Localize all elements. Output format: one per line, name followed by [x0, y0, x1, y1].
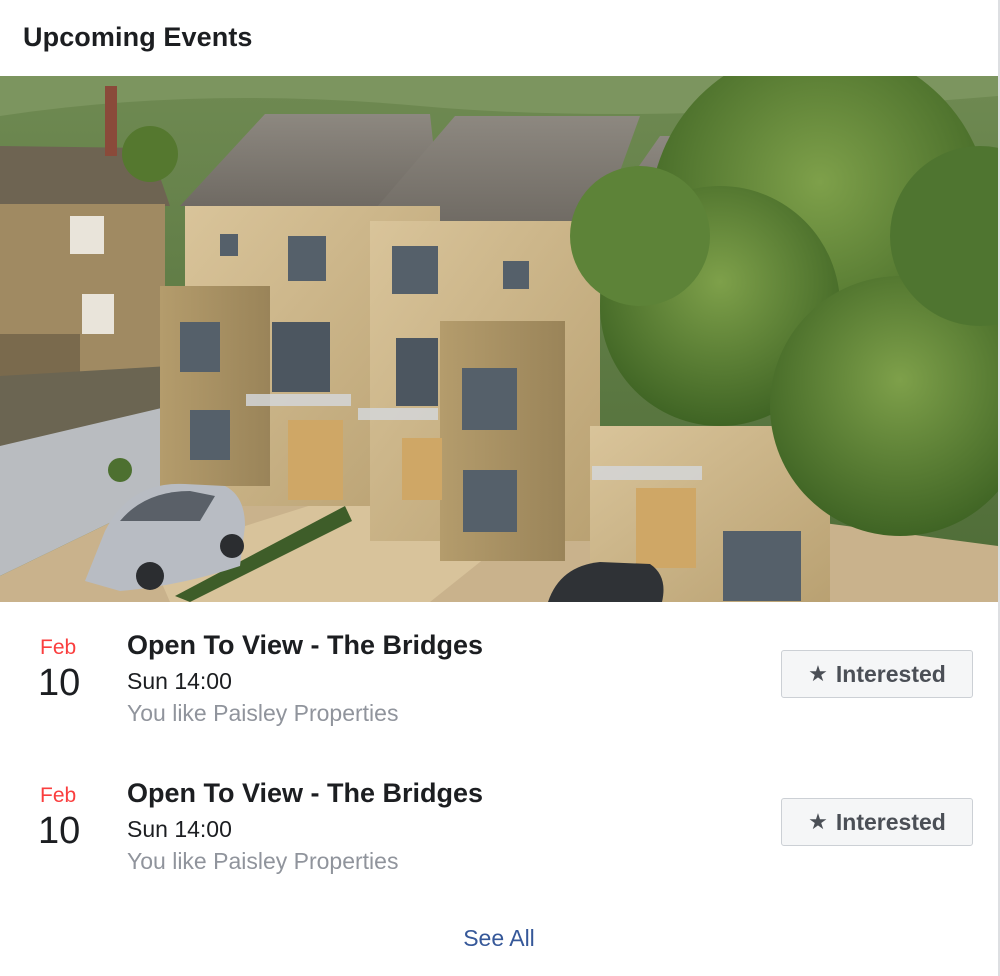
event-title-link[interactable]: Open To View - The Bridges — [127, 778, 483, 809]
event-time: Sun 14:00 — [127, 668, 232, 694]
event-title-link[interactable]: Open To View - The Bridges — [127, 630, 483, 661]
interested-button[interactable]: ★ Interested — [781, 798, 973, 846]
event-date-month: Feb — [40, 784, 77, 807]
event-social-context: You like Paisley Properties — [127, 848, 399, 874]
event-date-day: 10 — [38, 662, 81, 704]
star-icon: ★ — [808, 809, 828, 834]
event-date-day: 10 — [38, 810, 81, 852]
upcoming-events-panel: Upcoming Events Feb 10 Open To View - Th… — [0, 0, 1000, 976]
event-item[interactable]: Feb 10 Open To View - The Bridges Sun 14… — [0, 626, 998, 746]
star-icon: ★ — [808, 661, 828, 686]
event-time: Sun 14:00 — [127, 816, 232, 842]
panel-title: Upcoming Events — [23, 22, 253, 52]
event-item[interactable]: Feb 10 Open To View - The Bridges Sun 14… — [0, 774, 998, 894]
event-date-month: Feb — [40, 636, 77, 659]
see-all-link[interactable]: See All — [0, 925, 998, 952]
event-cover-photo[interactable] — [0, 76, 998, 602]
event-social-context: You like Paisley Properties — [127, 700, 399, 726]
cover-illustration — [0, 76, 998, 602]
interested-button[interactable]: ★ Interested — [781, 650, 973, 698]
interested-button-label: Interested — [835, 660, 946, 687]
interested-button-label: Interested — [835, 808, 946, 835]
